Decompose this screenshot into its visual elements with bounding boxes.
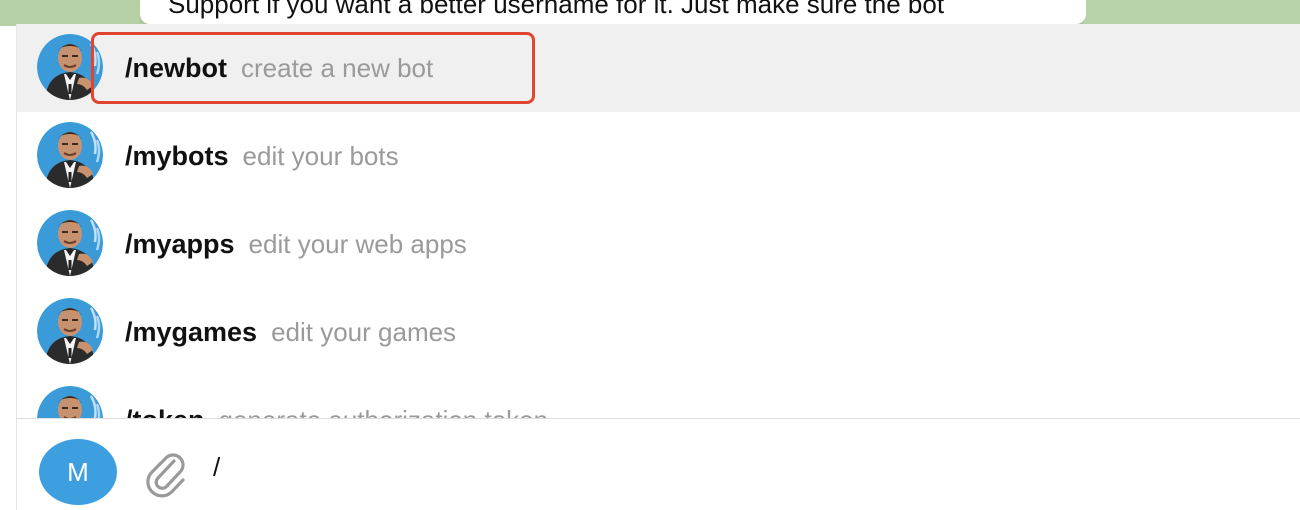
command-description: create a new bot — [241, 53, 434, 83]
chat-wallpaper-pattern — [0, 0, 140, 26]
command-item-myapps[interactable]: /myapps edit your web apps — [17, 200, 1300, 288]
command-item-token[interactable]: /token generate authorization token — [17, 376, 1300, 418]
bot-command-suggestions: /newbot create a new bot /mybots edit your… — [16, 24, 1300, 418]
command-name: /mygames — [125, 317, 258, 347]
botfather-avatar-icon — [37, 210, 103, 276]
command-text: /myapps edit your web apps — [125, 226, 467, 262]
command-text: /token generate authorization token — [125, 402, 548, 418]
command-name: /myapps — [125, 229, 235, 259]
message-text: Support if you want a better username fo… — [168, 0, 945, 19]
command-description: edit your web apps — [248, 229, 467, 259]
command-text: /mybots edit your bots — [125, 138, 399, 174]
command-description: edit your bots — [242, 141, 399, 171]
command-item-mybots[interactable]: /mybots edit your bots — [17, 112, 1300, 200]
message-composer: M — [16, 418, 1300, 510]
botfather-avatar-icon — [37, 298, 103, 364]
botfather-avatar-icon — [37, 386, 103, 418]
command-description: edit your games — [271, 317, 457, 347]
command-name: /token — [125, 405, 205, 418]
paperclip-icon[interactable] — [141, 447, 191, 499]
command-name: /mybots — [125, 141, 229, 171]
command-item-mygames[interactable]: /mygames edit your games — [17, 288, 1300, 376]
command-text: /mygames edit your games — [125, 314, 456, 350]
botfather-avatar-icon — [37, 122, 103, 188]
telegram-chat-window: Support if you want a better username fo… — [0, 0, 1300, 510]
botfather-avatar-icon — [37, 34, 103, 100]
command-name: /newbot — [125, 53, 227, 83]
message-input[interactable] — [213, 447, 1273, 487]
command-description: generate authorization token — [219, 405, 549, 418]
command-text: /newbot create a new bot — [125, 50, 433, 86]
message-bubble: Support if you want a better username fo… — [140, 0, 1086, 24]
chat-background: Support if you want a better username fo… — [0, 0, 1300, 26]
command-item-newbot[interactable]: /newbot create a new bot — [17, 24, 1300, 112]
chat-wallpaper-pattern — [1084, 0, 1300, 26]
user-avatar[interactable]: M — [39, 439, 117, 505]
